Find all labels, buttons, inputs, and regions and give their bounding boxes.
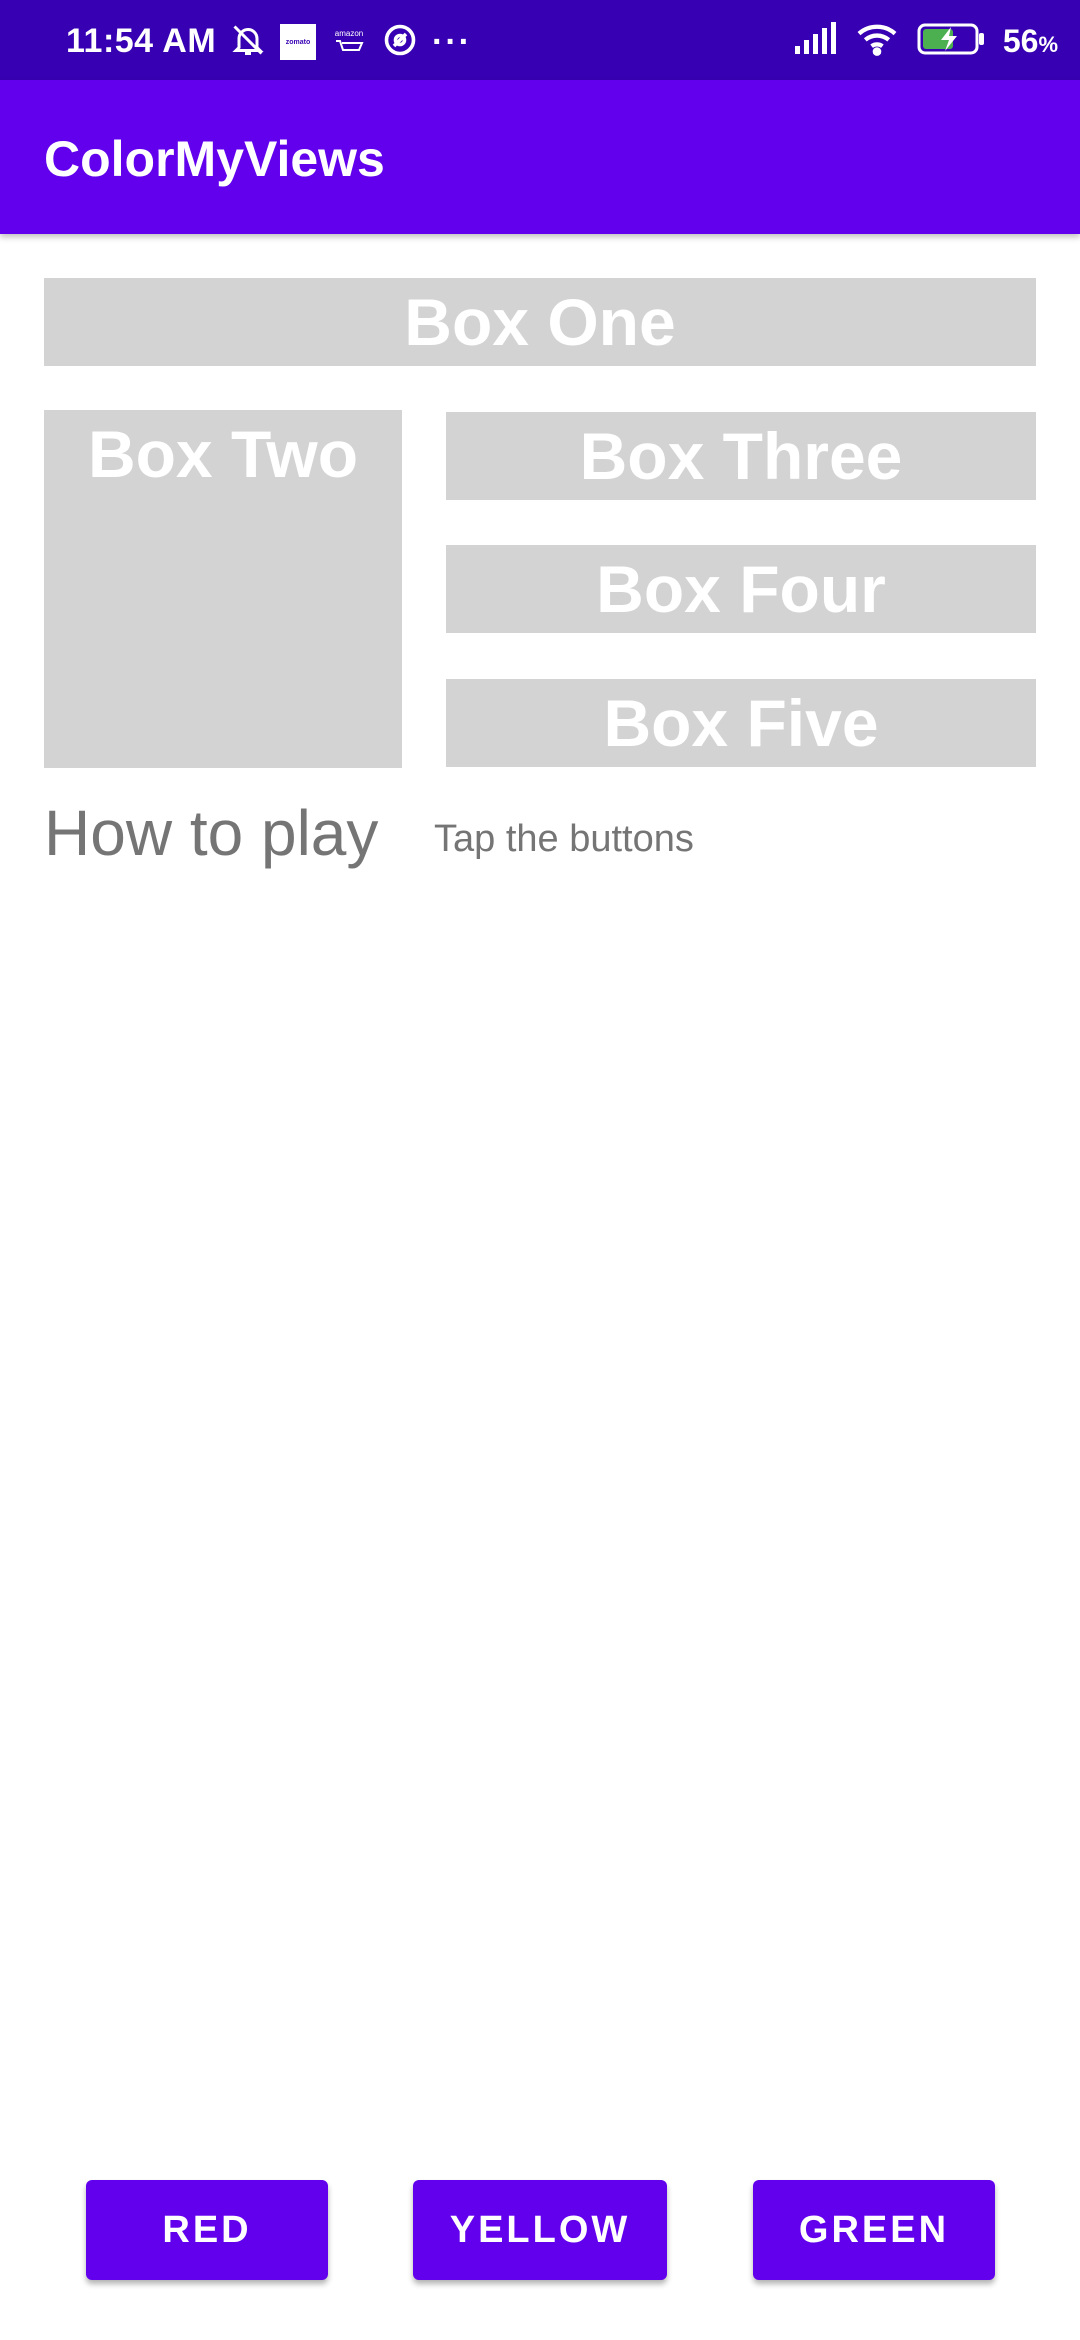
box-three[interactable]: Box Three [446,412,1036,500]
bell-off-icon [230,22,266,63]
green-button[interactable]: GREEN [753,2180,995,2280]
battery-percent-value: 56 [1002,22,1039,59]
signal-icon [793,21,837,61]
yellow-button[interactable]: YELLOW [413,2180,667,2280]
status-bar: 11:54 AM zomato amazon ··· 56% [0,0,1080,80]
amazon-icon: amazon [330,24,368,60]
instructions-text: Tap the buttons [434,818,694,860]
target-icon [382,22,418,63]
how-to-play-label: How to play [44,797,379,869]
app-title: ColorMyViews [44,131,385,187]
battery-charging-icon [917,21,985,62]
status-time: 11:54 AM [66,22,217,60]
app-bar: ColorMyViews [0,80,1080,234]
zomato-icon: zomato [280,24,316,60]
box-four[interactable]: Box Four [446,545,1036,633]
box-five[interactable]: Box Five [446,679,1036,767]
more-dots-icon: ··· [432,22,472,61]
box-one[interactable]: Box One [44,278,1036,366]
wifi-icon [855,21,899,62]
status-system-icons: 56% [793,20,1058,62]
amazon-icon-label: amazon [334,29,364,38]
status-notification-icons: zomato amazon ··· [230,22,472,62]
battery-percent-unit: % [1038,31,1058,57]
battery-percent: 56% [1003,23,1058,60]
box-two[interactable]: Box Two [44,410,402,768]
red-button[interactable]: RED [86,2180,328,2280]
